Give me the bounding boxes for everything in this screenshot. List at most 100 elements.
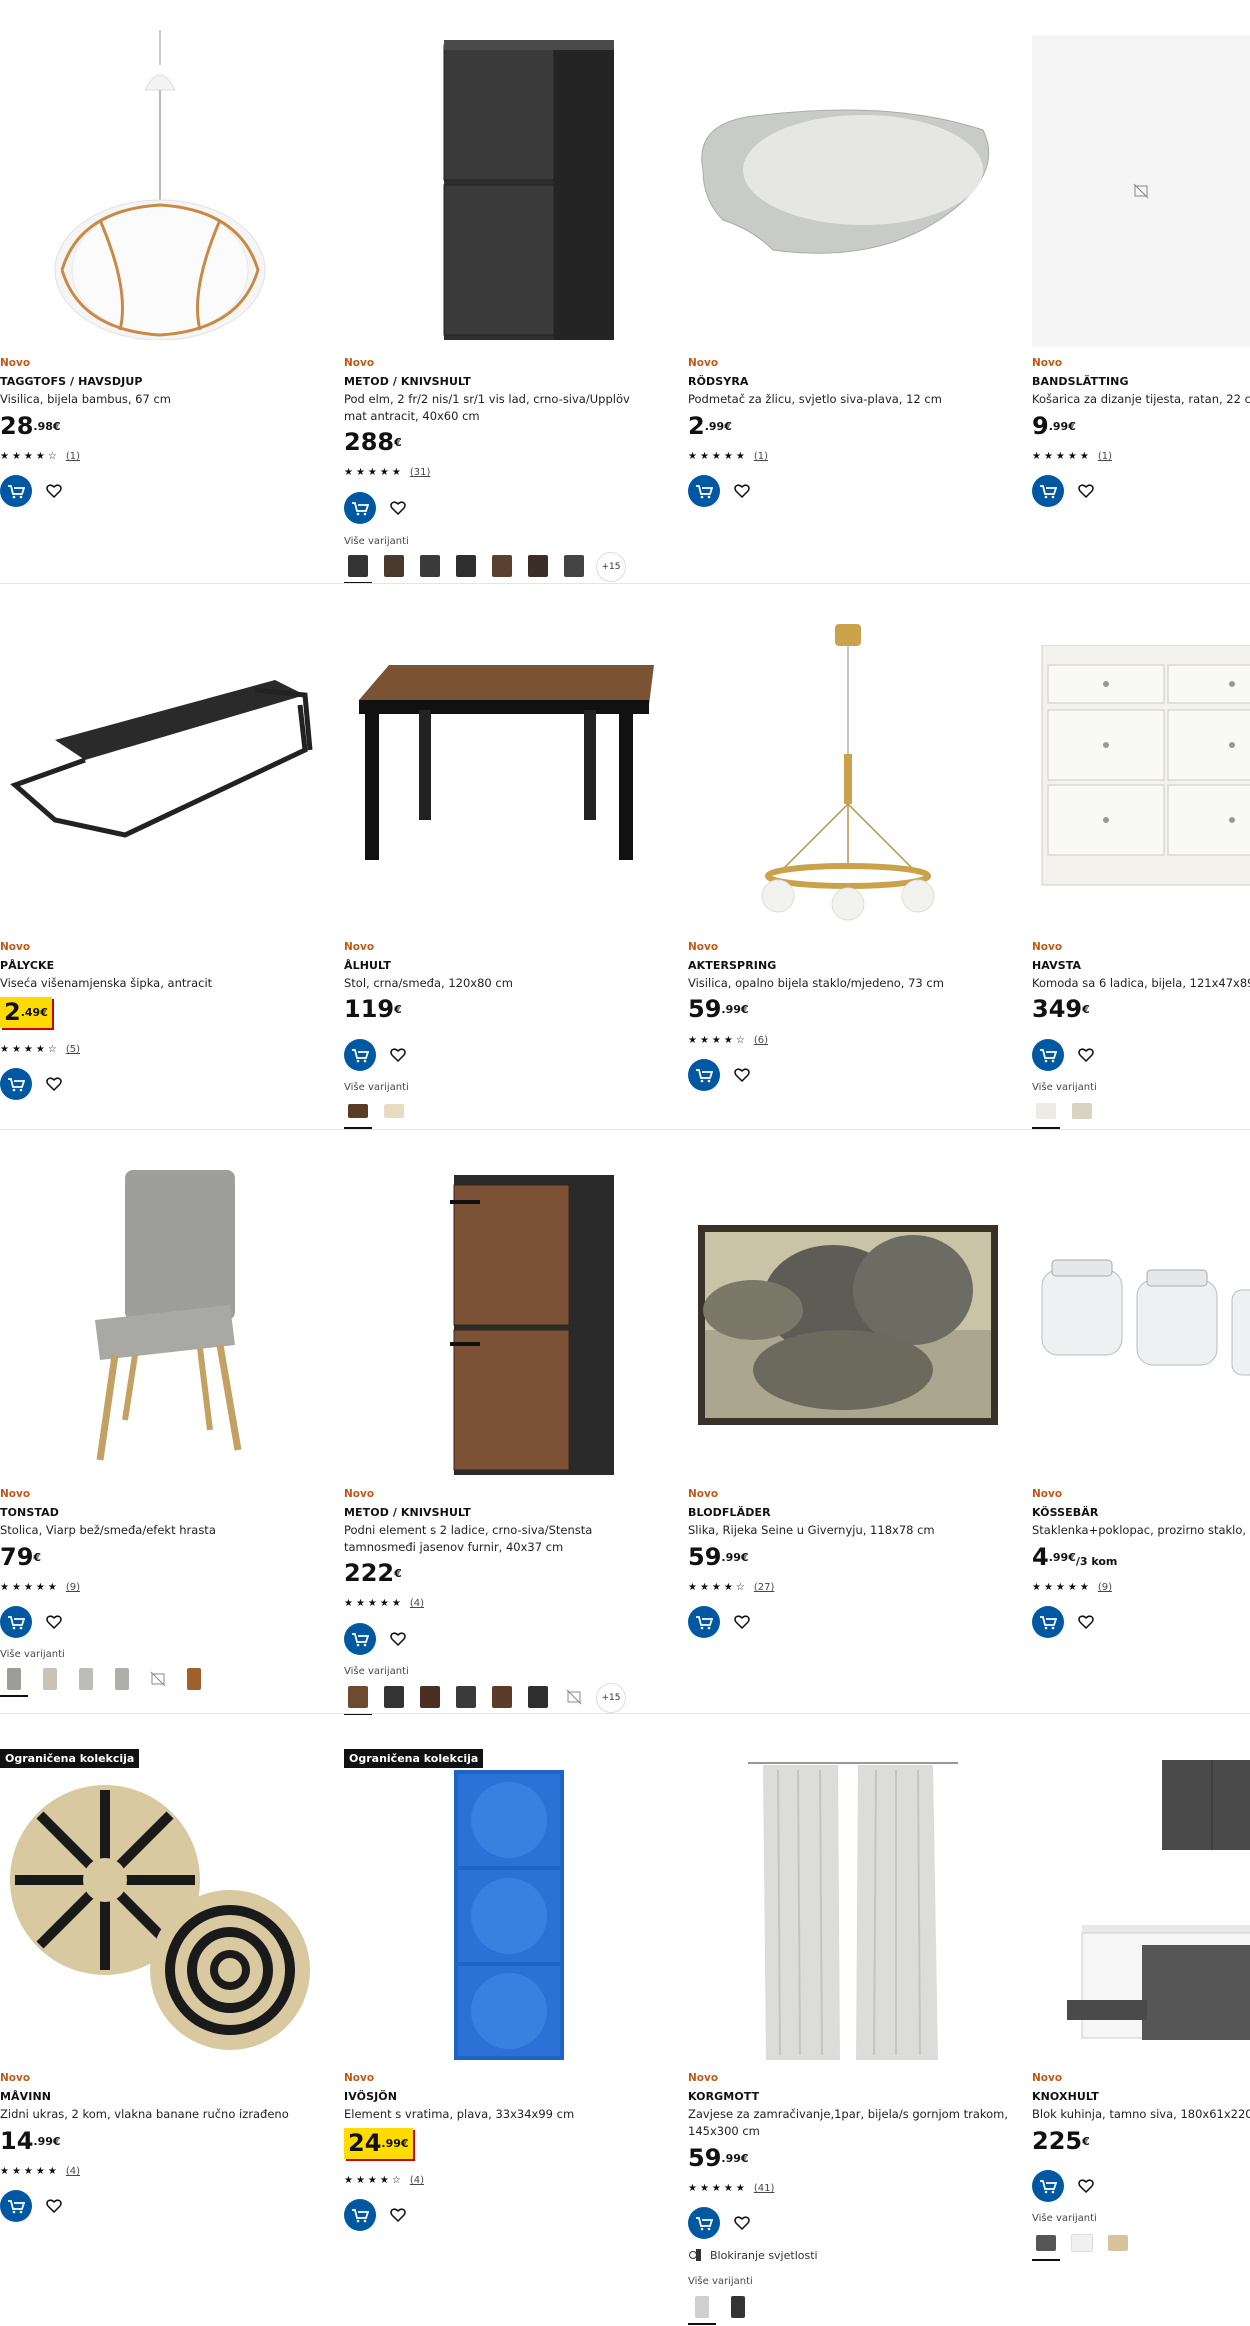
variant-swatch[interactable] bbox=[488, 552, 516, 580]
product-image[interactable] bbox=[688, 90, 1008, 290]
product-name[interactable]: RÖDSYRA bbox=[688, 375, 749, 388]
product-image[interactable] bbox=[688, 1755, 1008, 2075]
product-card-metod-2[interactable] bbox=[344, 1150, 674, 1710]
product-rating[interactable]: ★★★★★ (9) bbox=[1032, 1582, 1112, 1593]
review-count[interactable]: (27) bbox=[754, 1582, 775, 1593]
variant-swatch[interactable] bbox=[452, 552, 480, 580]
favourite-button[interactable] bbox=[388, 2205, 408, 2225]
product-card-ivosjon[interactable]: Ograničena kolekcija bbox=[344, 1745, 674, 2285]
product-image[interactable] bbox=[688, 624, 1008, 924]
add-to-cart-button[interactable] bbox=[1032, 2170, 1064, 2202]
review-count[interactable]: (4) bbox=[410, 2175, 424, 2186]
variant-swatch[interactable] bbox=[108, 1665, 136, 1693]
favourite-button[interactable] bbox=[732, 1612, 752, 1632]
variant-swatch[interactable] bbox=[560, 1683, 588, 1711]
product-card-korgmott[interactable] bbox=[688, 1745, 1018, 2325]
review-count[interactable]: (9) bbox=[66, 1582, 80, 1593]
product-rating[interactable]: ★★★★☆ (27) bbox=[688, 1582, 774, 1593]
product-card-metod-1[interactable] bbox=[344, 0, 674, 580]
review-count[interactable]: (41) bbox=[754, 2183, 775, 2194]
variant-swatch[interactable] bbox=[344, 552, 372, 584]
product-card-akterspring[interactable] bbox=[688, 600, 1018, 1100]
product-rating[interactable]: ★★★★★ (4) bbox=[344, 1598, 424, 1609]
product-image[interactable] bbox=[344, 35, 664, 345]
variant-swatch[interactable] bbox=[416, 1683, 444, 1711]
favourite-button[interactable] bbox=[388, 498, 408, 518]
variant-swatch[interactable] bbox=[380, 1097, 408, 1125]
product-name[interactable]: TONSTAD bbox=[0, 1506, 59, 1519]
add-to-cart-button[interactable] bbox=[688, 1059, 720, 1091]
product-name[interactable]: TAGGTOFS / HAVSDJUP bbox=[0, 375, 143, 388]
more-variants-button[interactable]: +15 bbox=[596, 1683, 626, 1713]
favourite-button[interactable] bbox=[44, 481, 64, 501]
product-image[interactable] bbox=[1032, 1250, 1250, 1380]
product-rating[interactable]: ★★★★★ (4) bbox=[0, 2166, 80, 2177]
product-name[interactable]: KNOXHULT bbox=[1032, 2090, 1099, 2103]
variant-swatch[interactable] bbox=[488, 1683, 516, 1711]
add-to-cart-button[interactable] bbox=[1032, 475, 1064, 507]
product-card-bandslatting[interactable] bbox=[1032, 0, 1250, 580]
variant-swatch[interactable] bbox=[1032, 2229, 1060, 2261]
favourite-button[interactable] bbox=[388, 1629, 408, 1649]
variant-swatch[interactable] bbox=[36, 1665, 64, 1693]
product-name[interactable]: BANDSLÄTTING bbox=[1032, 375, 1129, 388]
product-image[interactable] bbox=[1032, 35, 1250, 347]
variant-swatch[interactable] bbox=[724, 2293, 752, 2321]
variant-swatch[interactable] bbox=[380, 552, 408, 580]
variant-swatch[interactable] bbox=[524, 552, 552, 580]
product-rating[interactable]: ★★★★★ (1) bbox=[688, 451, 768, 462]
variant-swatch[interactable] bbox=[0, 1665, 28, 1697]
review-count[interactable]: (5) bbox=[66, 1044, 80, 1055]
product-rating[interactable]: ★★★★★ (1) bbox=[1032, 451, 1112, 462]
favourite-button[interactable] bbox=[388, 1045, 408, 1065]
favourite-button[interactable] bbox=[1076, 2176, 1096, 2196]
product-image[interactable] bbox=[1032, 1760, 1250, 2060]
product-image[interactable] bbox=[0, 670, 320, 870]
product-name[interactable]: PÅLYCKE bbox=[0, 959, 54, 972]
product-name[interactable]: METOD / KNIVSHULT bbox=[344, 1506, 471, 1519]
favourite-button[interactable] bbox=[44, 1612, 64, 1632]
product-card-knoxhult[interactable] bbox=[1032, 1745, 1250, 2285]
product-card-kossebar[interactable] bbox=[1032, 1150, 1250, 1650]
product-name[interactable]: IVÖSJÖN bbox=[344, 2090, 397, 2103]
variant-swatch[interactable] bbox=[180, 1665, 208, 1693]
variant-swatch[interactable] bbox=[524, 1683, 552, 1711]
review-count[interactable]: (4) bbox=[410, 1598, 424, 1609]
variant-swatch[interactable] bbox=[1104, 2229, 1132, 2257]
variant-swatch[interactable] bbox=[1032, 1097, 1060, 1129]
variant-swatch[interactable] bbox=[380, 1683, 408, 1711]
product-image[interactable] bbox=[344, 660, 664, 900]
product-rating[interactable]: ★★★★★ (41) bbox=[688, 2183, 774, 2194]
product-image[interactable] bbox=[688, 1220, 1008, 1430]
product-rating[interactable]: ★★★★★ (9) bbox=[0, 1582, 80, 1593]
product-image[interactable] bbox=[0, 1780, 320, 2070]
variant-swatch[interactable] bbox=[452, 1683, 480, 1711]
product-name[interactable]: MÅVINN bbox=[0, 2090, 51, 2103]
product-rating[interactable]: ★★★★☆ (1) bbox=[0, 451, 80, 462]
favourite-button[interactable] bbox=[44, 1074, 64, 1094]
product-card-havsta[interactable] bbox=[1032, 600, 1250, 1140]
add-to-cart-button[interactable] bbox=[688, 475, 720, 507]
review-count[interactable]: (6) bbox=[754, 1035, 768, 1046]
product-rating[interactable]: ★★★★☆ (6) bbox=[688, 1035, 768, 1046]
product-name[interactable]: AKTERSPRING bbox=[688, 959, 776, 972]
product-rating[interactable]: ★★★★☆ (4) bbox=[344, 2175, 424, 2186]
variant-swatch[interactable] bbox=[1068, 1097, 1096, 1125]
favourite-button[interactable] bbox=[732, 2213, 752, 2233]
variant-swatch[interactable] bbox=[72, 1665, 100, 1693]
product-image[interactable] bbox=[0, 1170, 320, 1480]
product-name[interactable]: KORGMOTT bbox=[688, 2090, 759, 2103]
review-count[interactable]: (1) bbox=[1098, 451, 1112, 462]
product-name[interactable]: HAVSTA bbox=[1032, 959, 1081, 972]
product-card-blodflader[interactable] bbox=[688, 1150, 1018, 1650]
add-to-cart-button[interactable] bbox=[0, 1606, 32, 1638]
variant-swatch[interactable] bbox=[1068, 2229, 1096, 2257]
product-image[interactable] bbox=[1032, 645, 1250, 895]
product-rating[interactable]: ★★★★★ (31) bbox=[344, 467, 430, 478]
favourite-button[interactable] bbox=[1076, 1612, 1096, 1632]
add-to-cart-button[interactable] bbox=[688, 1606, 720, 1638]
variant-swatch[interactable] bbox=[144, 1665, 172, 1693]
favourite-button[interactable] bbox=[732, 1065, 752, 1085]
product-name[interactable]: ÅLHULT bbox=[344, 959, 391, 972]
favourite-button[interactable] bbox=[732, 481, 752, 501]
